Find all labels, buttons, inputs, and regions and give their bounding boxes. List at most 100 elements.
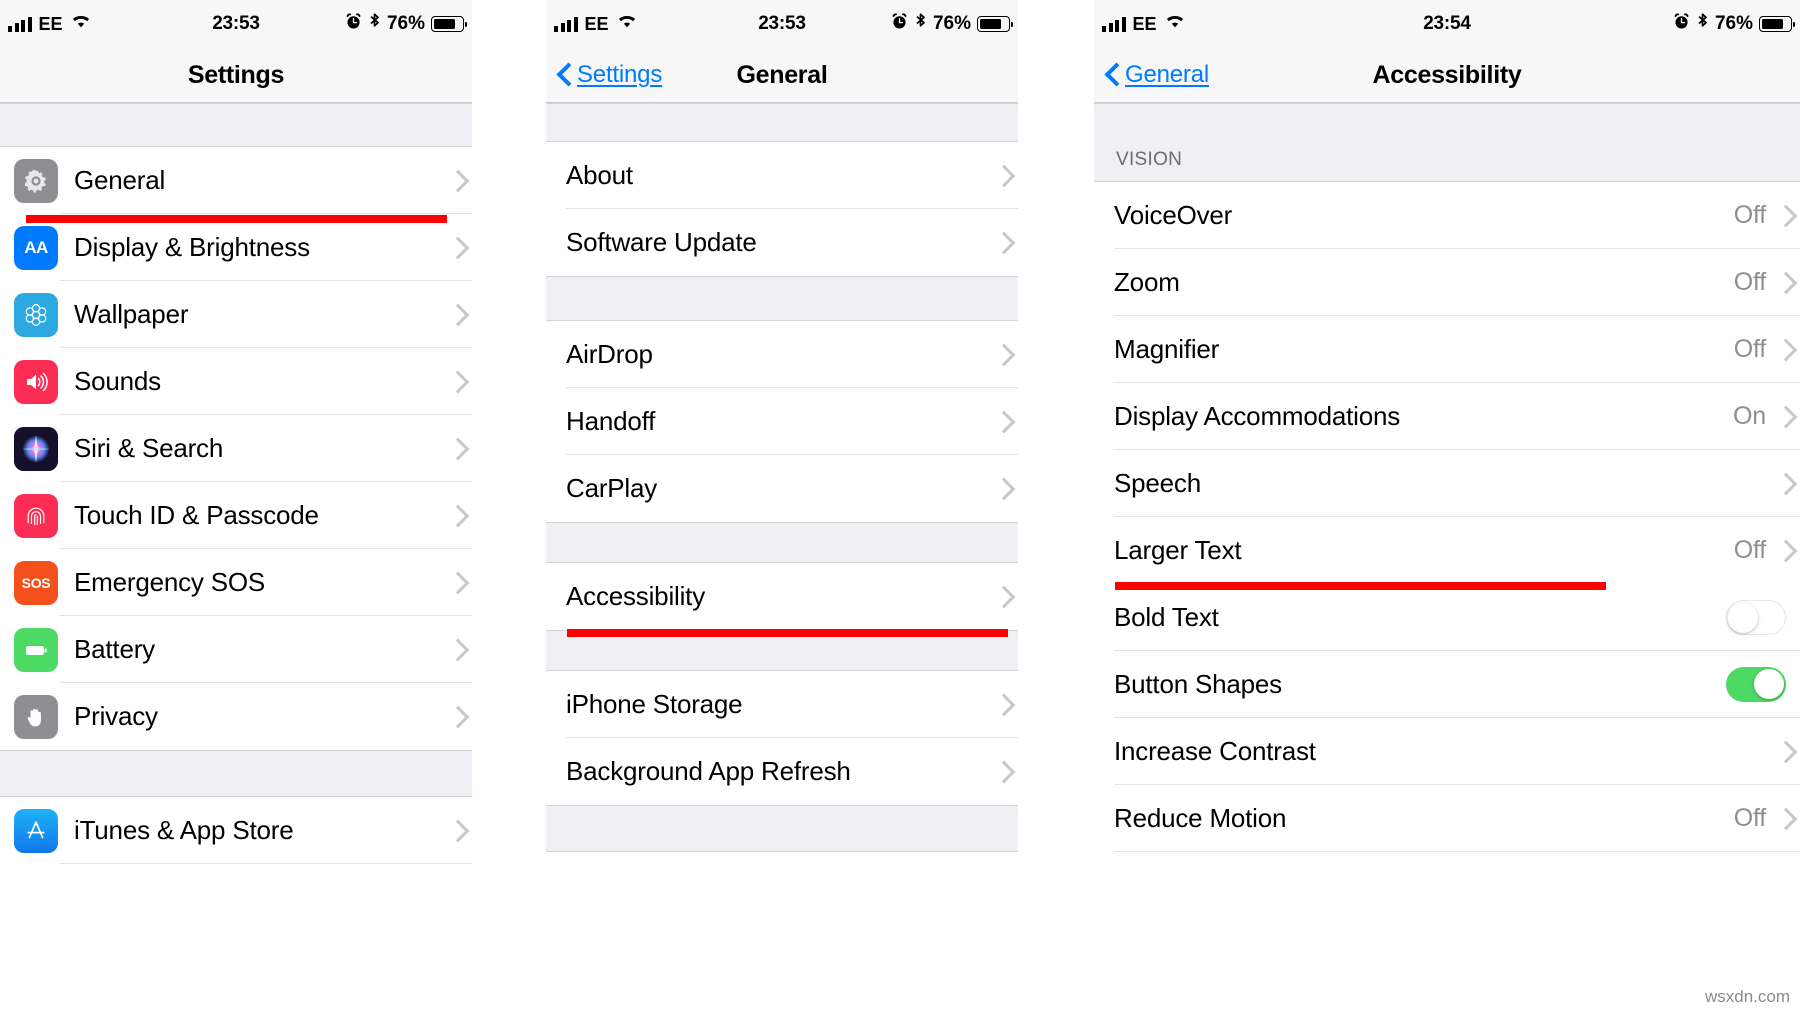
settings-row-sounds[interactable]: Sounds [0, 348, 472, 415]
accessibility-row-larger-text[interactable]: Larger Text Off [1094, 517, 1800, 590]
accessibility-row-display-accommodations[interactable]: Display Accommodations On [1094, 383, 1800, 450]
chevron-right-icon [446, 571, 470, 594]
row-label: Reduce Motion [1114, 803, 1287, 833]
general-row-iphone-storage[interactable]: iPhone Storage [546, 671, 1018, 738]
toggle-knob [1754, 669, 1784, 699]
row-label: Emergency SOS [74, 567, 266, 597]
chevron-right-icon [446, 236, 470, 259]
button-shapes-toggle[interactable] [1726, 667, 1786, 702]
battery-percent-label: 76% [386, 13, 425, 34]
row-label: Zoom [1114, 267, 1180, 297]
row-label: VoiceOver [1114, 200, 1233, 230]
chevron-right-icon [446, 437, 470, 460]
settings-row-general[interactable]: General [0, 147, 472, 223]
general-row-handoff[interactable]: Handoff [546, 388, 1018, 455]
accessibility-row-increase-contrast[interactable]: Increase Contrast [1094, 718, 1800, 785]
settings-list: General AA Display & Brightness Wallpape… [0, 103, 472, 864]
row-label: Larger Text [1114, 535, 1242, 565]
battery-icon [431, 16, 468, 32]
row-label: Touch ID & Passcode [74, 500, 319, 530]
row-label: General [74, 165, 166, 195]
alarm-clock-icon [891, 12, 908, 36]
chevron-right-icon [446, 638, 470, 661]
accessibility-row-magnifier[interactable]: Magnifier Off [1094, 316, 1800, 383]
general-row-carplay[interactable]: CarPlay [546, 455, 1018, 522]
nav-bar: Settings General [546, 48, 1018, 103]
chevron-right-icon [446, 504, 470, 527]
settings-row-siri-search[interactable]: Siri & Search [0, 415, 472, 482]
settings-row-privacy[interactable]: Privacy [0, 683, 472, 750]
row-value: On [1733, 402, 1766, 430]
bluetooth-icon [368, 12, 381, 36]
settings-row-emergency-sos[interactable]: SOS Emergency SOS [0, 549, 472, 616]
row-label: Battery [74, 634, 155, 664]
row-label: Bold Text [1114, 602, 1219, 632]
chevron-right-icon [992, 343, 1016, 366]
chevron-right-icon [1774, 405, 1798, 428]
battery-percent-label: 76% [1714, 13, 1753, 34]
status-bar: EE 23:53 76% [0, 0, 472, 48]
general-row-about[interactable]: About [546, 142, 1018, 209]
section-header-vision: VISION [1094, 103, 1800, 182]
bold-text-toggle[interactable] [1726, 600, 1786, 635]
appstore-icon [14, 808, 58, 853]
back-button[interactable]: General [1106, 61, 1209, 89]
accessibility-row-reduce-motion[interactable]: Reduce Motion Off [1094, 785, 1800, 852]
panel-settings: EE 23:53 76% Settings General AA Display… [0, 0, 472, 1013]
chevron-right-icon [446, 169, 470, 192]
toggle-knob [1728, 603, 1758, 633]
accessibility-row-voiceover[interactable]: VoiceOver Off [1094, 182, 1800, 249]
row-label: Button Shapes [1114, 669, 1282, 699]
settings-row-wallpaper[interactable]: Wallpaper [0, 281, 472, 348]
general-row-background-app-refresh[interactable]: Background App Refresh [546, 738, 1018, 805]
accessibility-row-bold-text[interactable]: Bold Text [1094, 584, 1800, 651]
list-gap [0, 103, 472, 147]
row-label: AirDrop [566, 339, 653, 369]
accessibility-row-speech[interactable]: Speech [1094, 450, 1800, 517]
three-iphone-screenshots: EE 23:53 76% Settings General AA Display… [0, 0, 1800, 1013]
aa-glyph: AA [24, 237, 48, 257]
general-row-airdrop[interactable]: AirDrop [546, 321, 1018, 388]
settings-row-itunes-app-store[interactable]: iTunes & App Store [0, 797, 472, 864]
chevron-right-icon [446, 819, 470, 842]
chevron-left-icon [1106, 62, 1121, 88]
gear-icon [14, 158, 58, 203]
row-label: CarPlay [566, 473, 658, 503]
row-label: Magnifier [1114, 334, 1220, 364]
highlight-underline [567, 629, 1008, 637]
list-gap [546, 522, 1018, 563]
row-value: Off [1733, 201, 1766, 229]
row-value: Off [1733, 268, 1766, 296]
status-right: 76% [345, 12, 468, 36]
general-row-accessibility[interactable]: Accessibility [546, 563, 1018, 637]
back-button-label: General [1125, 61, 1209, 88]
accessibility-row-button-shapes[interactable]: Button Shapes [1094, 651, 1800, 718]
row-label: Siri & Search [74, 433, 224, 463]
back-button[interactable]: Settings [558, 61, 662, 89]
row-value: Off [1733, 335, 1766, 363]
sos-icon: SOS [14, 560, 58, 605]
status-right: 76% [1673, 12, 1796, 36]
nav-bar: General Accessibility [1094, 48, 1800, 103]
chevron-right-icon [1774, 204, 1798, 227]
accessibility-row-zoom[interactable]: Zoom Off [1094, 249, 1800, 316]
back-button-label: Settings [577, 61, 663, 88]
settings-row-display-brightness[interactable]: AA Display & Brightness [0, 214, 472, 281]
settings-row-touch-id-passcode[interactable]: Touch ID & Passcode [0, 482, 472, 549]
settings-row-battery[interactable]: Battery [0, 616, 472, 683]
chevron-right-icon [1774, 472, 1798, 495]
bluetooth-icon [1696, 12, 1709, 36]
highlight-underline [1115, 582, 1606, 590]
alarm-clock-icon [345, 12, 362, 36]
general-list: About Software Update AirDrop Handoff Ca [546, 103, 1018, 852]
fingerprint-icon [14, 493, 58, 538]
chevron-right-icon [992, 693, 1016, 716]
general-row-software-update[interactable]: Software Update [546, 209, 1018, 276]
battery-icon [977, 16, 1014, 32]
row-label: Display & Brightness [74, 232, 310, 262]
battery-percent-label: 76% [932, 13, 971, 34]
row-label: Software Update [566, 227, 757, 257]
chevron-right-icon [992, 760, 1016, 783]
panel-accessibility: EE 23:54 76% General Accessibility VISIO… [1094, 0, 1800, 1013]
status-bar: EE 23:54 76% [1094, 0, 1800, 48]
